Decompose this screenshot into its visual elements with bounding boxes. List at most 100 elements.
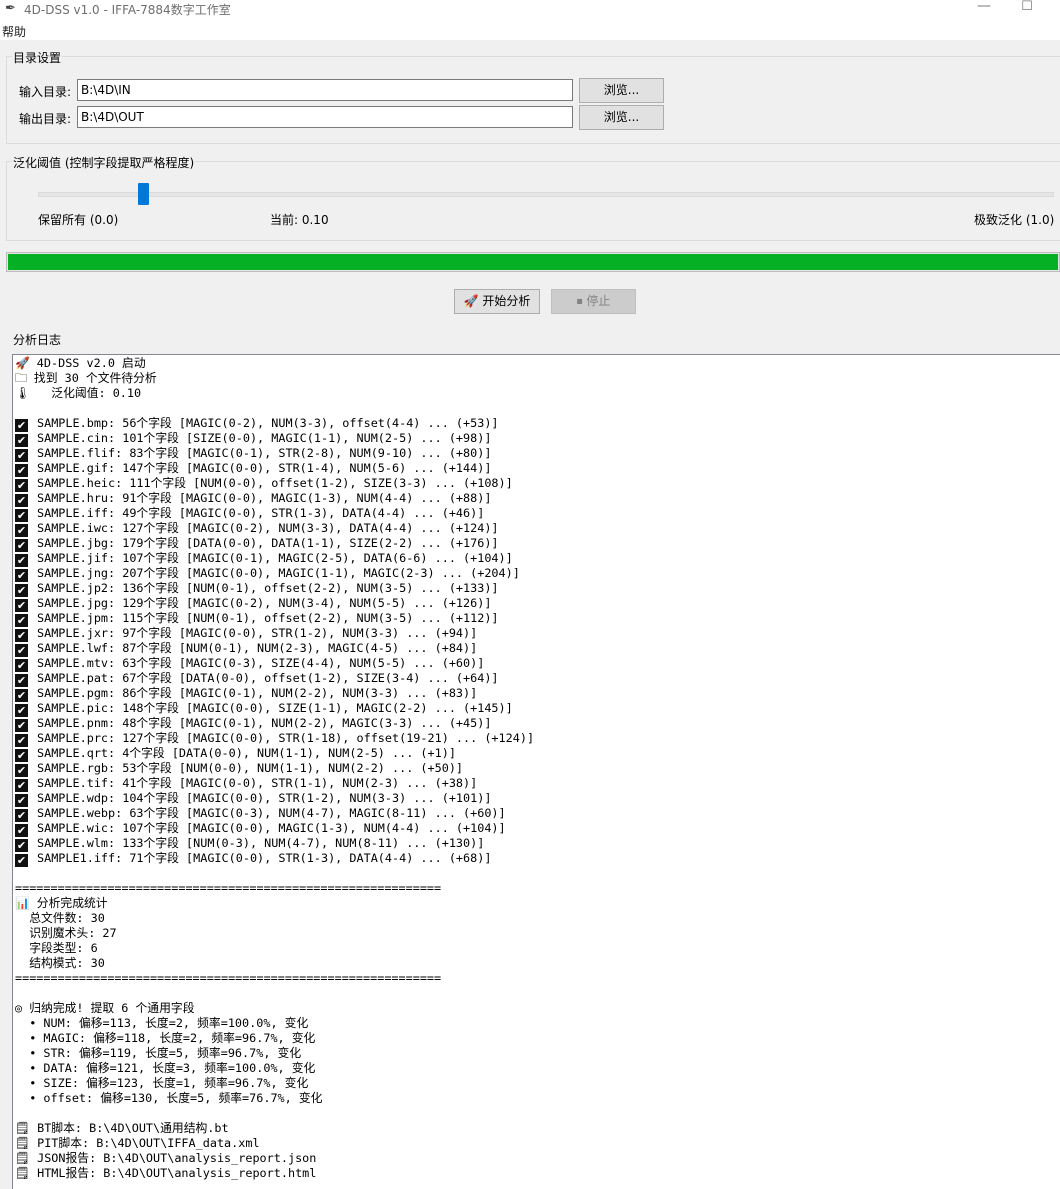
log-line-text: SAMPLE.webp: 63个字段 [MAGIC(0-3), NUM(4-7)… [37, 806, 506, 820]
input-dir-label: 输入目录: [19, 85, 72, 99]
log-line-text: SAMPLE.wdp: 104个字段 [MAGIC(0-0), STR(1-2)… [37, 791, 492, 805]
log-line-text: SAMPLE.heic: 111个字段 [NUM(0-0), offset(1-… [37, 476, 513, 490]
target-icon: ◎ [15, 1001, 30, 1015]
log-line-text: BT脚本: B:\4D\OUT\通用结构.bt [37, 1121, 229, 1135]
log-line: ✔ SAMPLE.wic: 107个字段 [MAGIC(0-0), MAGIC(1… [15, 821, 534, 837]
log-line: • MAGIC: 偏移=118, 长度=2, 频率=96.7%, 变化 [15, 1031, 534, 1046]
stop-label: 停止 [586, 294, 611, 308]
rocket-icon: 🚀 [463, 294, 479, 308]
stop-icon: ⏹ [576, 294, 583, 308]
folder-icon: 🗀 [15, 371, 34, 385]
log-line-text: SAMPLE1.iff: 71个字段 [MAGIC(0-0), STR(1-3)… [37, 851, 492, 865]
progress-fill [8, 254, 1058, 270]
menu-bar: 帮助 [0, 18, 1060, 40]
input-dir-field[interactable]: B:\4D\IN [77, 79, 573, 101]
log-line-text: SAMPLE.mtv: 63个字段 [MAGIC(0-3), SIZE(4-4)… [37, 656, 485, 670]
log-line-text: SAMPLE.jbg: 179个字段 [DATA(0-0), DATA(1-1)… [37, 536, 499, 550]
log-line: • STR: 偏移=119, 长度=5, 频率=96.7%, 变化 [15, 1046, 534, 1061]
stop-button[interactable]: ⏹ 停止 [551, 289, 636, 314]
rocket-icon: 🚀 [15, 356, 37, 370]
document-icon: 🗒 [15, 1151, 38, 1165]
log-line: • DATA: 偏移=121, 长度=3, 频率=100.0%, 变化 [15, 1061, 534, 1076]
threshold-slider[interactable] [38, 192, 1054, 197]
log-line: ✔ SAMPLE.jxr: 97个字段 [MAGIC(0-0), STR(1-2)… [15, 626, 534, 642]
log-line-text: 分析完成统计 [36, 896, 108, 910]
document-icon: 🗒 [15, 1166, 38, 1180]
log-line: ✔ SAMPLE.mtv: 63个字段 [MAGIC(0-3), SIZE(4-4… [15, 656, 534, 672]
log-line: ✔ SAMPLE.hru: 91个字段 [MAGIC(0-0), MAGIC(1-… [15, 491, 534, 507]
minimize-button[interactable]: — [972, 0, 996, 16]
log-line: ✔ SAMPLE.iff: 49个字段 [MAGIC(0-0), STR(1-3)… [15, 506, 534, 522]
start-analysis-button[interactable]: 🚀 开始分析 [454, 289, 540, 314]
log-line: ✔ SAMPLE.jng: 207个字段 [MAGIC(0-0), MAGIC(1… [15, 566, 534, 582]
log-line-text: 字段类型: 6 [15, 941, 98, 955]
log-line-text: SAMPLE.jng: 207个字段 [MAGIC(0-0), MAGIC(1-… [37, 566, 520, 580]
log-line: ✔ SAMPLE.pgm: 86个字段 [MAGIC(0-1), NUM(2-2)… [15, 686, 534, 702]
document-icon: 🗒 [15, 1121, 38, 1135]
log-line: 🗒 BT脚本: B:\4D\OUT\通用结构.bt [15, 1121, 534, 1136]
log-line-text: 总文件数: 30 [15, 911, 105, 925]
log-line: ✔ SAMPLE.gif: 147个字段 [MAGIC(0-0), STR(1-4… [15, 461, 534, 477]
output-dir-label: 输出目录: [19, 112, 72, 126]
log-line-text: SAMPLE.wlm: 133个字段 [NUM(0-3), NUM(4-7), … [37, 836, 485, 850]
log-line-text: SAMPLE.jpm: 115个字段 [NUM(0-1), offset(2-2… [37, 611, 499, 625]
threshold-current-label: 当前: 0.10 [270, 213, 329, 227]
window-title: 4D-DSS v1.0 - IFFA-7884数字工作室 [24, 3, 231, 17]
output-dir-field[interactable]: B:\4D\OUT [77, 106, 573, 128]
browse-input-button[interactable]: 浏览... [579, 78, 664, 103]
log-line-text: SAMPLE.pgm: 86个字段 [MAGIC(0-1), NUM(2-2),… [37, 686, 478, 700]
checkmark-icon: ✔ [15, 854, 28, 867]
log-line: ========================================… [15, 881, 534, 896]
log-line: • SIZE: 偏移=123, 长度=1, 频率=96.7%, 变化 [15, 1076, 534, 1091]
log-line-text: JSON报告: B:\4D\OUT\analysis_report.json [37, 1151, 317, 1165]
feather-icon: ✒ [5, 1, 16, 16]
log-line: ✔ SAMPLE.cin: 101个字段 [SIZE(0-0), MAGIC(1-… [15, 431, 534, 447]
threshold-min-label: 保留所有 (0.0) [38, 213, 119, 227]
log-line: 🗒 HTML报告: B:\4D\OUT\analysis_report.html [15, 1166, 534, 1181]
log-line-text: 归纳完成! 提取 6 个通用字段 [29, 1001, 195, 1015]
log-line: 识别魔术头: 27 [15, 926, 534, 941]
log-lines: 🚀 4D-DSS v2.0 启动 🗀 找到 30 个文件待分析 🌡 泛化阈值: 0.… [15, 356, 534, 1181]
menu-help[interactable]: 帮助 [2, 23, 26, 40]
maximize-button[interactable]: ☐ [1016, 0, 1038, 17]
log-line-text: SAMPLE.prc: 127个字段 [MAGIC(0-0), STR(1-18… [37, 731, 535, 745]
log-line: 🌡 泛化阈值: 0.10 [15, 386, 534, 401]
log-line-text: • STR: 偏移=119, 长度=5, 频率=96.7%, 变化 [15, 1046, 302, 1060]
log-line: ✔ SAMPLE.jpm: 115个字段 [NUM(0-1), offset(2-… [15, 611, 534, 627]
analysis-log[interactable]: 🚀 4D-DSS v2.0 启动 🗀 找到 30 个文件待分析 🌡 泛化阈值: 0.… [12, 354, 1060, 1189]
browse-output-button[interactable]: 浏览... [579, 105, 664, 130]
log-line: ✔ SAMPLE.rgb: 53个字段 [NUM(0-0), NUM(1-1), … [15, 761, 534, 777]
log-line-text: SAMPLE.pnm: 48个字段 [MAGIC(0-1), NUM(2-2),… [37, 716, 492, 730]
log-line-text: SAMPLE.lwf: 87个字段 [NUM(0-1), NUM(2-3), M… [37, 641, 478, 655]
directory-settings-title: 目录设置 [12, 49, 63, 66]
log-line: 总文件数: 30 [15, 911, 534, 926]
log-line-text: SAMPLE.cin: 101个字段 [SIZE(0-0), MAGIC(1-1… [37, 431, 492, 445]
log-line: ========================================… [15, 971, 534, 986]
threshold-slider-thumb[interactable] [138, 183, 149, 205]
log-line-text: 泛化阈值: 0.10 [37, 386, 142, 400]
log-line: ✔ SAMPLE.jbg: 179个字段 [DATA(0-0), DATA(1-1… [15, 536, 534, 552]
log-line-text: SAMPLE.iff: 49个字段 [MAGIC(0-0), STR(1-3),… [37, 506, 485, 520]
log-line-text: 结构模式: 30 [15, 956, 105, 970]
log-line: ✔ SAMPLE.flif: 83个字段 [MAGIC(0-1), STR(2-8… [15, 446, 534, 462]
log-line: 字段类型: 6 [15, 941, 534, 956]
log-line: ✔ SAMPLE.pat: 67个字段 [DATA(0-0), offset(1-… [15, 671, 534, 687]
log-line: ✔ SAMPLE.jif: 107个字段 [MAGIC(0-1), MAGIC(2… [15, 551, 534, 567]
log-line: ✔ SAMPLE.bmp: 56个字段 [MAGIC(0-2), NUM(3-3)… [15, 416, 534, 432]
log-line: ✔ SAMPLE.pic: 148个字段 [MAGIC(0-0), SIZE(1-… [15, 701, 534, 717]
log-title: 分析日志 [12, 331, 63, 348]
log-line: ✔ SAMPLE.iwc: 127个字段 [MAGIC(0-2), NUM(3-3… [15, 521, 534, 537]
log-line-text: SAMPLE.flif: 83个字段 [MAGIC(0-1), STR(2-8)… [37, 446, 492, 460]
log-line-text: SAMPLE.jpg: 129个字段 [MAGIC(0-2), NUM(3-4)… [37, 596, 492, 610]
log-line: • NUM: 偏移=113, 长度=2, 频率=100.0%, 变化 [15, 1016, 534, 1031]
log-line-text: • DATA: 偏移=121, 长度=3, 频率=100.0%, 变化 [15, 1061, 316, 1075]
log-line: ✔ SAMPLE.qrt: 4个字段 [DATA(0-0), NUM(1-1), … [15, 746, 534, 762]
bar-chart-icon: 📊 [15, 896, 37, 910]
log-line-text: SAMPLE.jif: 107个字段 [MAGIC(0-1), MAGIC(2-… [37, 551, 513, 565]
log-line-text: SAMPLE.iwc: 127个字段 [MAGIC(0-2), NUM(3-3)… [37, 521, 499, 535]
threshold-max-label: 极致泛化 (1.0) [974, 213, 1055, 227]
log-line: 结构模式: 30 [15, 956, 534, 971]
